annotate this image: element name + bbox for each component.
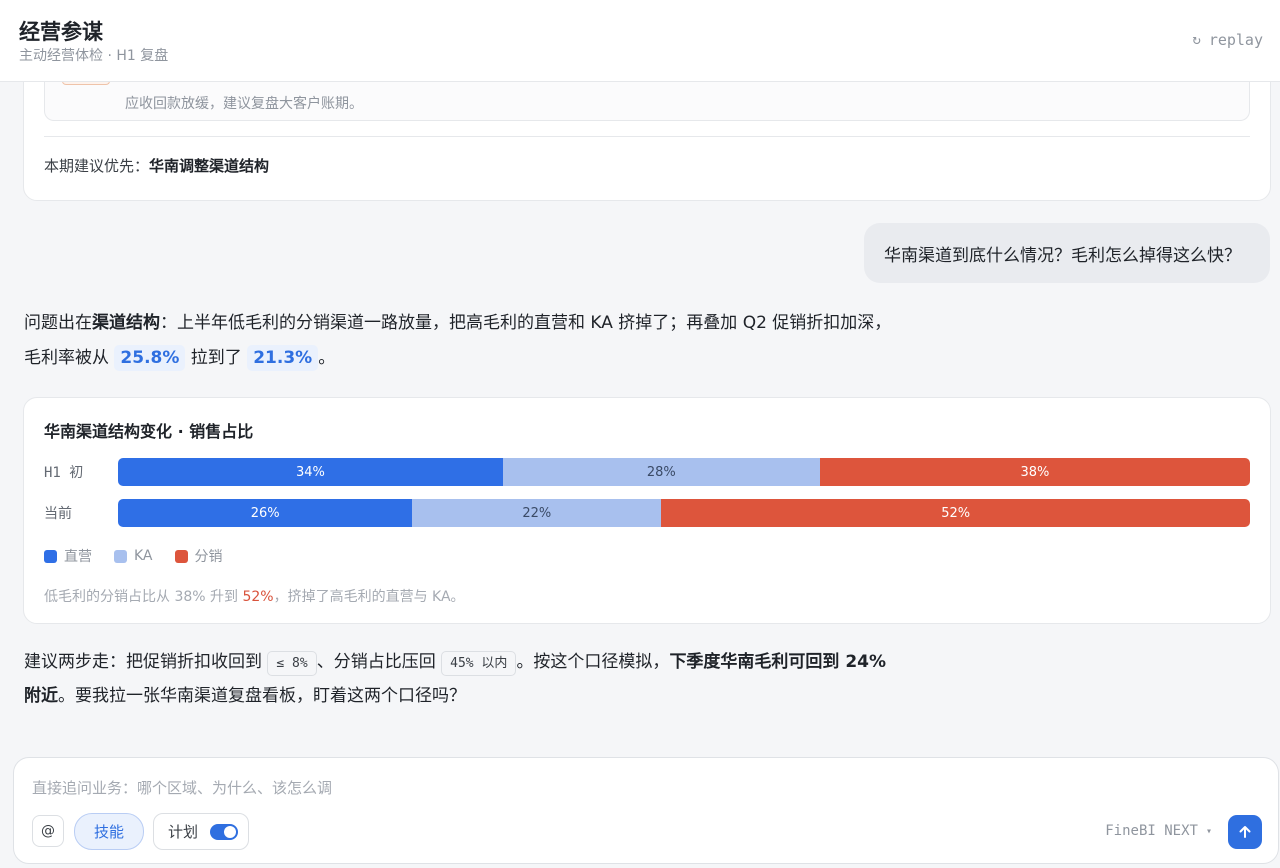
message-composer: 直接追问业务：哪个区域、为什么、该怎么调 @ 技能 计划 FineBI NEXT…	[13, 757, 1279, 864]
legend-label: KA	[134, 548, 153, 564]
previous-answer-card: 应收回款放缓，建议复盘大客户账期。 本期建议优先：华南调整渠道结构	[23, 82, 1271, 201]
answer-text: 。按这个口径模拟，	[516, 652, 670, 672]
legend-label: 直营	[64, 549, 92, 565]
assistant-answer-1: 问题出在渠道结构：上半年低毛利的分销渠道一路放量，把高毛利的直营和 KA 挤掉了…	[24, 306, 1254, 376]
answer-text: ：上半年低毛利的分销渠道一路放量，把高毛利的直营和 KA 挤掉了；再叠加 Q2 …	[160, 313, 892, 333]
page-subtitle: 主动经营体检 · H1 复盘	[19, 48, 169, 64]
chart-category-label: H1 初	[44, 465, 84, 481]
stacked-bar: 26% 22% 52%	[118, 499, 1250, 527]
composer-input[interactable]: 直接追问业务：哪个区域、为什么、该怎么调	[32, 777, 332, 798]
stacked-bar: 34% 28% 38%	[118, 458, 1250, 486]
answer-text: 。要我拉一张华南渠道复盘看板，盯着这两个口径吗？	[58, 686, 466, 706]
plan-toggle-button[interactable]: 计划	[153, 813, 249, 850]
answer-1-line-2: 毛利率被从 25.8% 拉到了 21.3%。	[24, 341, 1254, 376]
app-header: 经营参谋 主动经营体检 · H1 复盘 ↻ replay	[0, 0, 1280, 82]
chart-note-text: 低毛利的分销占比从 38% 升到	[44, 589, 243, 605]
priority-prefix: 本期建议优先：	[44, 157, 150, 175]
chart-title: 华南渠道结构变化 · 销售占比	[44, 422, 254, 441]
model-selector[interactable]: FineBI NEXT ▾	[1105, 823, 1212, 839]
user-message-bubble: 华南渠道到底什么情况？毛利怎么掉得这么快？	[864, 223, 1270, 283]
replay-button[interactable]: ↻ replay	[1192, 31, 1263, 49]
assistant-answer-2: 建议两步走：把促销折扣收回到 ≤ 8% 、分销占比压回 45% 以内 。按这个口径模…	[24, 645, 964, 713]
answer-bold: 附近	[24, 686, 58, 706]
chart-legend: 直营 KA 分销	[44, 546, 223, 566]
insight-item: 应收回款放缓，建议复盘大客户账期。	[44, 82, 1250, 121]
chart-note-highlight: 52%	[242, 589, 274, 605]
plan-label: 计划	[168, 823, 199, 841]
answer-text: 毛利率被从	[24, 348, 109, 368]
bar-segment-2: 52%	[661, 499, 1250, 527]
answer-bold: 下季度华南毛利可回到 24%	[669, 652, 887, 672]
legend-item: 分销	[174, 546, 223, 566]
replay-icon: ↻	[1192, 32, 1201, 48]
legend-swatch	[174, 549, 188, 563]
share-target-chip: 45% 以内	[441, 651, 517, 676]
page-title: 经营参谋	[19, 20, 103, 44]
answer-text: 、分销占比压回	[316, 652, 436, 672]
answer-text: 拉到了	[190, 348, 242, 368]
model-label: FineBI NEXT	[1105, 823, 1198, 839]
replay-label: replay	[1208, 31, 1263, 49]
priority-line: 本期建议优先：华南调整渠道结构	[44, 155, 269, 176]
chevron-down-icon: ▾	[1205, 825, 1212, 837]
answer-1-line-1: 问题出在渠道结构：上半年低毛利的分销渠道一路放量，把高毛利的直营和 KA 挤掉了…	[24, 306, 1254, 341]
bar-segment-1: 28%	[502, 458, 820, 486]
answer-text: 问题出在	[24, 313, 92, 333]
legend-label: 分销	[194, 549, 223, 565]
skill-button[interactable]: 技能	[74, 813, 144, 850]
rate-from-highlight: 25.8%	[114, 345, 186, 371]
send-button[interactable]	[1228, 815, 1262, 849]
legend-swatch	[114, 549, 127, 563]
bar-segment-1: 22%	[412, 499, 662, 527]
bar-segment-0: 34%	[118, 458, 503, 486]
chart-note-text: ，挤掉了高毛利的直营与 KA。	[273, 589, 465, 605]
rate-to-highlight: 21.3%	[247, 345, 319, 371]
insight-text: 应收回款放缓，建议复盘大客户账期。	[125, 96, 363, 112]
chart-category-label: 当前	[44, 506, 72, 522]
answer-text: 建议两步走：把促销折扣收回到	[24, 652, 262, 672]
discount-target-chip: ≤ 8%	[267, 651, 317, 676]
chart-row-current: 当前 26% 22% 52%	[24, 499, 1270, 527]
bar-segment-2: 38%	[819, 458, 1250, 486]
answer-bold: 渠道结构	[92, 313, 160, 333]
arrow-up-icon	[1239, 826, 1251, 838]
plan-toggle-switch[interactable]	[210, 823, 239, 840]
channel-structure-chart-card: 华南渠道结构变化 · 销售占比 H1 初 34% 28% 38% 当前 26% 22%…	[23, 397, 1271, 624]
legend-swatch	[44, 549, 57, 563]
insight-tag	[62, 82, 110, 85]
chart-row-h1: H1 初 34% 28% 38%	[24, 458, 1270, 486]
legend-item: 直营	[44, 546, 92, 566]
conversation-area[interactable]: 应收回款放缓，建议复盘大客户账期。 本期建议优先：华南调整渠道结构 华南渠道到底…	[0, 82, 1280, 742]
bar-segment-0: 26%	[118, 499, 413, 527]
mention-button[interactable]: @	[32, 815, 64, 847]
legend-item: KA	[114, 546, 153, 566]
card-divider	[44, 136, 1250, 137]
chart-note: 低毛利的分销占比从 38% 升到 52%，挤掉了高毛利的直营与 KA。	[44, 586, 465, 606]
priority-value: 华南调整渠道结构	[149, 157, 270, 175]
answer-text: 。	[318, 348, 336, 368]
